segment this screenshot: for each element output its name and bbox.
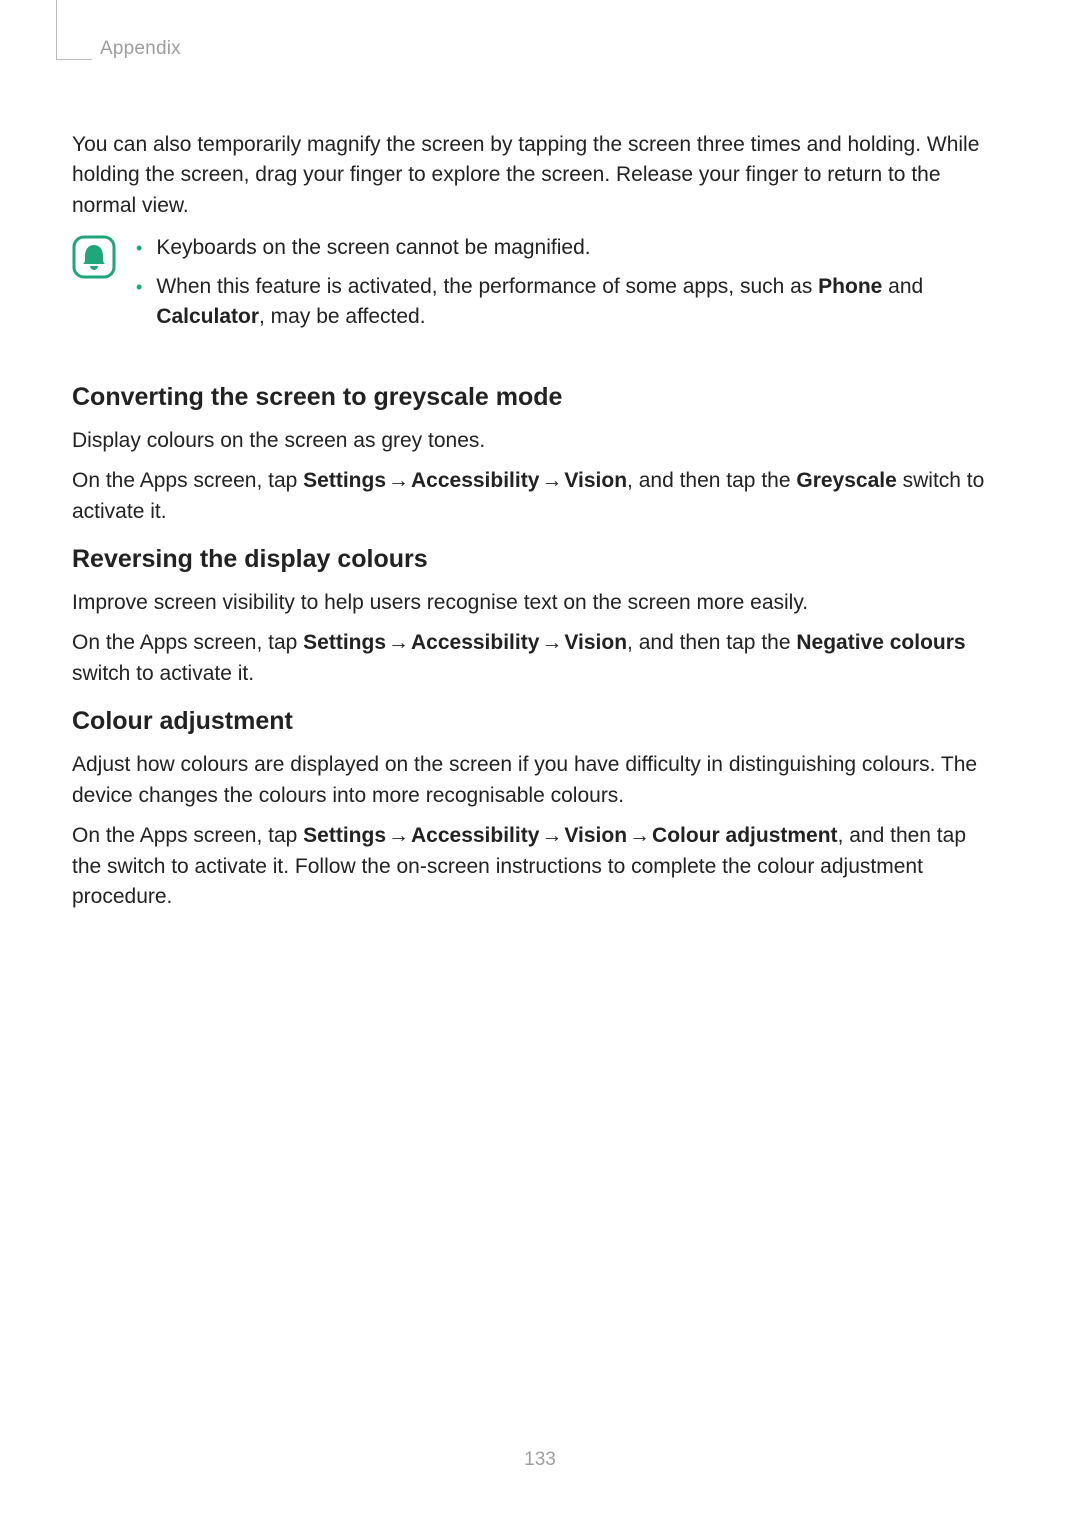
heading-colour-adjustment: Colour adjustment (72, 707, 1000, 736)
text-fragment: On the Apps screen, tap (72, 469, 303, 492)
text-fragment: On the Apps screen, tap (72, 824, 303, 847)
arrow-icon: → (539, 469, 564, 492)
nav-target-greyscale: Greyscale (796, 469, 896, 492)
greyscale-p1: Display colours on the screen as grey to… (72, 426, 1000, 456)
reversing-p1: Improve screen visibility to help users … (72, 588, 1000, 618)
note-bullet-2-text: When this feature is activated, the perf… (156, 272, 1000, 333)
arrow-icon: → (386, 631, 411, 654)
note-bullet-list: • Keyboards on the screen cannot be magn… (136, 233, 1000, 340)
page: Appendix You can also temporarily magnif… (0, 0, 1080, 1527)
bold-app-calculator: Calculator (156, 305, 259, 328)
colour-adj-p1: Adjust how colours are displayed on the … (72, 750, 1000, 811)
nav-step-vision: Vision (564, 631, 627, 654)
text-fragment: and (882, 275, 923, 298)
arrow-icon: → (386, 469, 411, 492)
nav-target-colour-adjustment: Colour adjustment (652, 824, 838, 847)
greyscale-nav: On the Apps screen, tap Settings→Accessi… (72, 466, 1000, 527)
arrow-icon: → (386, 824, 411, 847)
nav-target-negative-colours: Negative colours (796, 631, 965, 654)
intro-paragraph: You can also temporarily magnify the scr… (72, 130, 1000, 221)
text-fragment: On the Apps screen, tap (72, 631, 303, 654)
nav-step-vision: Vision (564, 824, 627, 847)
arrow-icon: → (627, 824, 652, 847)
text-fragment: switch to activate it. (72, 662, 254, 685)
arrow-icon: → (539, 824, 564, 847)
text-fragment: , and then tap the (627, 631, 796, 654)
note-bullet-1: • Keyboards on the screen cannot be magn… (136, 233, 1000, 263)
page-corner-rule (56, 0, 92, 60)
text-fragment: , may be affected. (259, 305, 426, 328)
nav-step-settings: Settings (303, 824, 386, 847)
note-bullet-1-text: Keyboards on the screen cannot be magnif… (156, 233, 590, 263)
nav-step-accessibility: Accessibility (411, 824, 539, 847)
nav-step-vision: Vision (564, 469, 627, 492)
nav-step-settings: Settings (303, 469, 386, 492)
nav-step-settings: Settings (303, 631, 386, 654)
page-content: You can also temporarily magnify the scr… (56, 60, 1000, 912)
arrow-icon: → (539, 631, 564, 654)
heading-greyscale: Converting the screen to greyscale mode (72, 383, 1000, 412)
heading-reversing: Reversing the display colours (72, 545, 1000, 574)
bold-app-phone: Phone (818, 275, 882, 298)
note-bullet-2: • When this feature is activated, the pe… (136, 272, 1000, 333)
text-fragment: When this feature is activated, the perf… (156, 275, 818, 298)
nav-step-accessibility: Accessibility (411, 631, 539, 654)
note-block: • Keyboards on the screen cannot be magn… (72, 233, 1000, 340)
nav-step-accessibility: Accessibility (411, 469, 539, 492)
note-bell-icon (72, 235, 116, 284)
bullet-icon: • (136, 272, 142, 302)
page-number: 133 (0, 1449, 1080, 1471)
bullet-icon: • (136, 233, 142, 263)
running-head: Appendix (56, 38, 1000, 60)
reversing-nav: On the Apps screen, tap Settings→Accessi… (72, 628, 1000, 689)
text-fragment: , and then tap the (627, 469, 796, 492)
colour-adj-nav: On the Apps screen, tap Settings→Accessi… (72, 821, 1000, 912)
